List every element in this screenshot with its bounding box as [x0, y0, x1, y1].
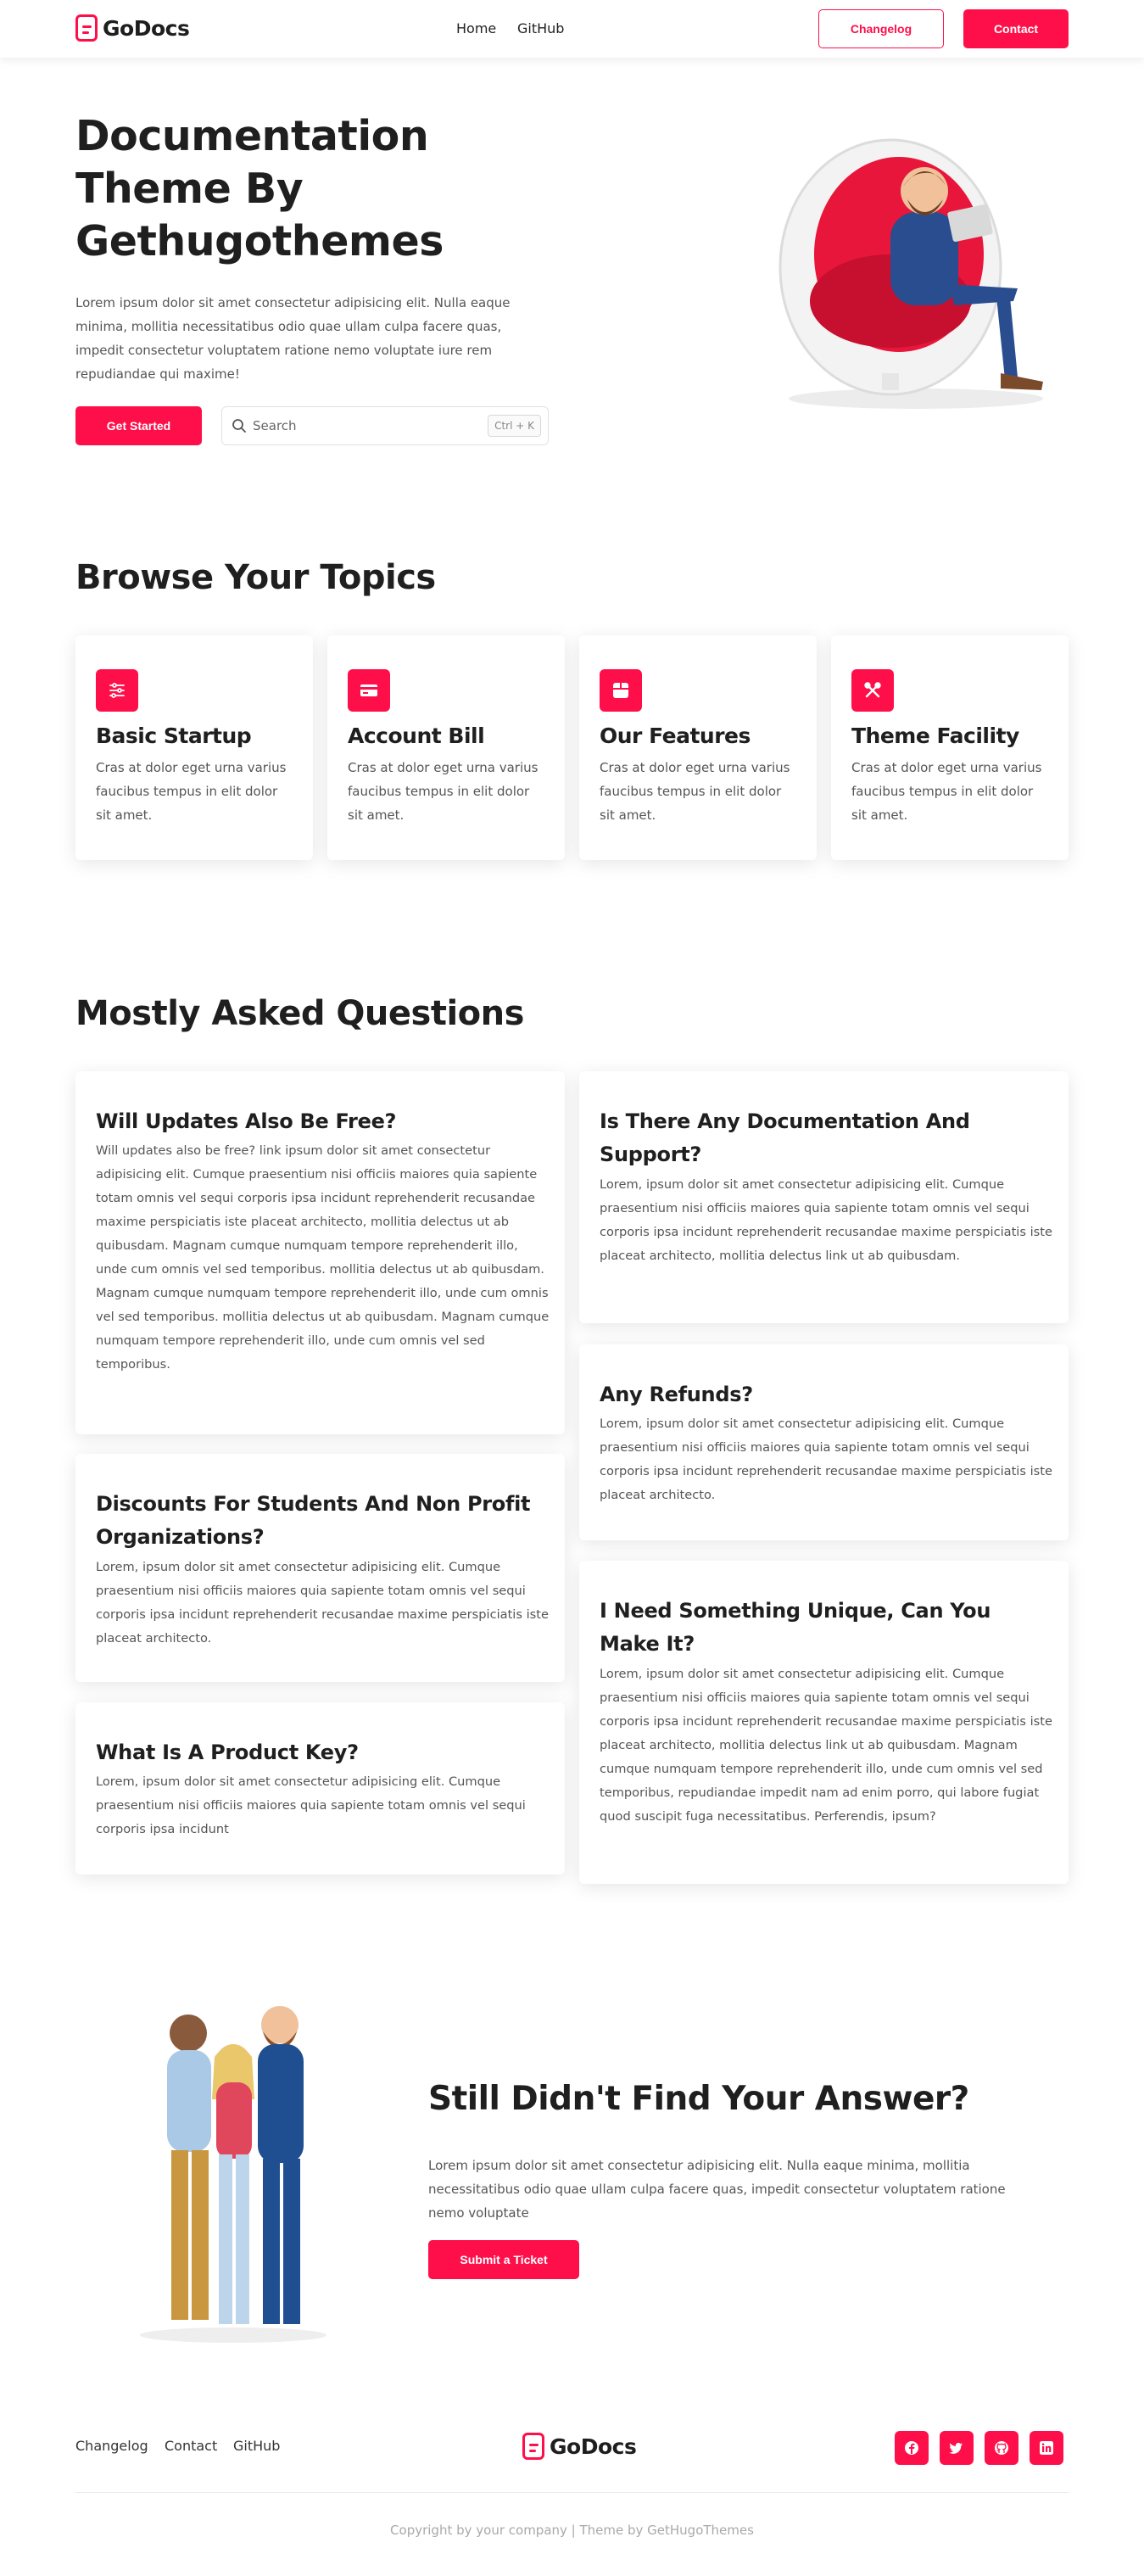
changelog-button[interactable]: Changelog: [818, 9, 944, 48]
credit-card-icon: [348, 669, 390, 712]
search-icon: [232, 418, 247, 433]
footer-logo[interactable]: GoDocs: [522, 2433, 637, 2460]
faq-question: Discounts For Students And Non Profit Or…: [96, 1492, 531, 1549]
footer-divider: [75, 2492, 1069, 2493]
cta-title: Still Didn't Find Your Answer?: [428, 2080, 969, 2118]
topic-description: Cras at dolor eget urna varius faucibus …: [96, 760, 287, 823]
contact-button[interactable]: Contact: [963, 9, 1069, 48]
hero-description: Lorem ipsum dolor sit amet consectetur a…: [75, 295, 511, 382]
logo[interactable]: GoDocs: [75, 14, 190, 42]
faq-question: I Need Something Unique, Can You Make It…: [600, 1599, 991, 1656]
search-input[interactable]: [253, 414, 473, 438]
footer-link-contact[interactable]: Contact: [165, 2438, 217, 2454]
topic-description: Cras at dolor eget urna varius faucibus …: [851, 760, 1042, 823]
topics-heading: Browse Your Topics: [75, 558, 436, 597]
three-people-illustration: [127, 1998, 339, 2345]
faq-answer: Lorem, ipsum dolor sit amet consectetur …: [600, 1417, 1052, 1502]
box-icon: [600, 669, 642, 712]
linkedin-icon[interactable]: [1030, 2431, 1063, 2465]
hero-title: Documentation Theme By Gethugothemes: [75, 112, 444, 265]
github-icon[interactable]: [985, 2431, 1018, 2465]
faq-answer: Will updates also be free? link ipsum do…: [96, 1143, 550, 1372]
faq-answer: Lorem, ipsum dolor sit amet consectetur …: [600, 1177, 1052, 1263]
topic-title: Account Bill: [348, 724, 485, 748]
sliders-icon: [96, 669, 138, 712]
faq-question: Will Updates Also Be Free?: [96, 1109, 397, 1133]
faq-question: Any Refunds?: [600, 1383, 753, 1406]
copyright: Copyright by your company | Theme by Get…: [390, 2523, 754, 2538]
facebook-icon[interactable]: [895, 2431, 929, 2465]
logo-icon: [75, 14, 98, 42]
nav-link-home[interactable]: Home: [456, 20, 496, 36]
footer-link-github[interactable]: GitHub: [233, 2438, 280, 2454]
logo-text: GoDocs: [550, 2434, 637, 2459]
faq-answer: Lorem, ipsum dolor sit amet consectetur …: [96, 1774, 526, 1836]
faq-card: Will Updates Also Be Free? Will updates …: [75, 1071, 565, 1434]
topic-card-basic-startup[interactable]: Basic Startup Cras at dolor eget urna va…: [75, 635, 313, 860]
faq-card: Any Refunds? Lorem, ipsum dolor sit amet…: [579, 1344, 1069, 1540]
site-header: GoDocs Home GitHub Changelog Contact: [0, 0, 1144, 58]
faq-question: Is There Any Documentation And Support?: [600, 1109, 970, 1166]
nav-link-github[interactable]: GitHub: [517, 20, 564, 36]
logo-text: GoDocs: [103, 15, 190, 41]
man-in-egg-chair-with-laptop-illustration: [763, 119, 1069, 424]
topic-title: Basic Startup: [96, 724, 252, 748]
topic-title: Theme Facility: [851, 724, 1019, 748]
twitter-icon[interactable]: [940, 2431, 974, 2465]
topic-description: Cras at dolor eget urna varius faucibus …: [600, 760, 790, 823]
faq-heading: Mostly Asked Questions: [75, 994, 524, 1033]
topic-title: Our Features: [600, 724, 751, 748]
topic-card-theme-facility[interactable]: Theme Facility Cras at dolor eget urna v…: [831, 635, 1069, 860]
faq-answer: Lorem, ipsum dolor sit amet consectetur …: [96, 1560, 549, 1646]
search-box[interactable]: Ctrl + K: [221, 406, 549, 445]
topic-card-account-bill[interactable]: Account Bill Cras at dolor eget urna var…: [327, 635, 565, 860]
footer-link-changelog[interactable]: Changelog: [75, 2438, 148, 2454]
faq-card: What Is A Product Key? Lorem, ipsum dolo…: [75, 1702, 565, 1875]
topic-card-our-features[interactable]: Our Features Cras at dolor eget urna var…: [579, 635, 817, 860]
faq-question: What Is A Product Key?: [96, 1741, 359, 1764]
logo-icon: [522, 2433, 544, 2460]
get-started-button[interactable]: Get Started: [75, 406, 202, 445]
cta-description: Lorem ipsum dolor sit amet consectetur a…: [428, 2158, 1006, 2221]
tools-icon: [851, 669, 894, 712]
faq-card: I Need Something Unique, Can You Make It…: [579, 1561, 1069, 1884]
faq-answer: Lorem, ipsum dolor sit amet consectetur …: [600, 1667, 1052, 1824]
submit-ticket-button[interactable]: Submit a Ticket: [428, 2240, 579, 2279]
faq-card: Is There Any Documentation And Support? …: [579, 1071, 1069, 1323]
faq-card: Discounts For Students And Non Profit Or…: [75, 1454, 565, 1682]
topic-description: Cras at dolor eget urna varius faucibus …: [348, 760, 539, 823]
search-shortcut-badge: Ctrl + K: [488, 415, 541, 437]
